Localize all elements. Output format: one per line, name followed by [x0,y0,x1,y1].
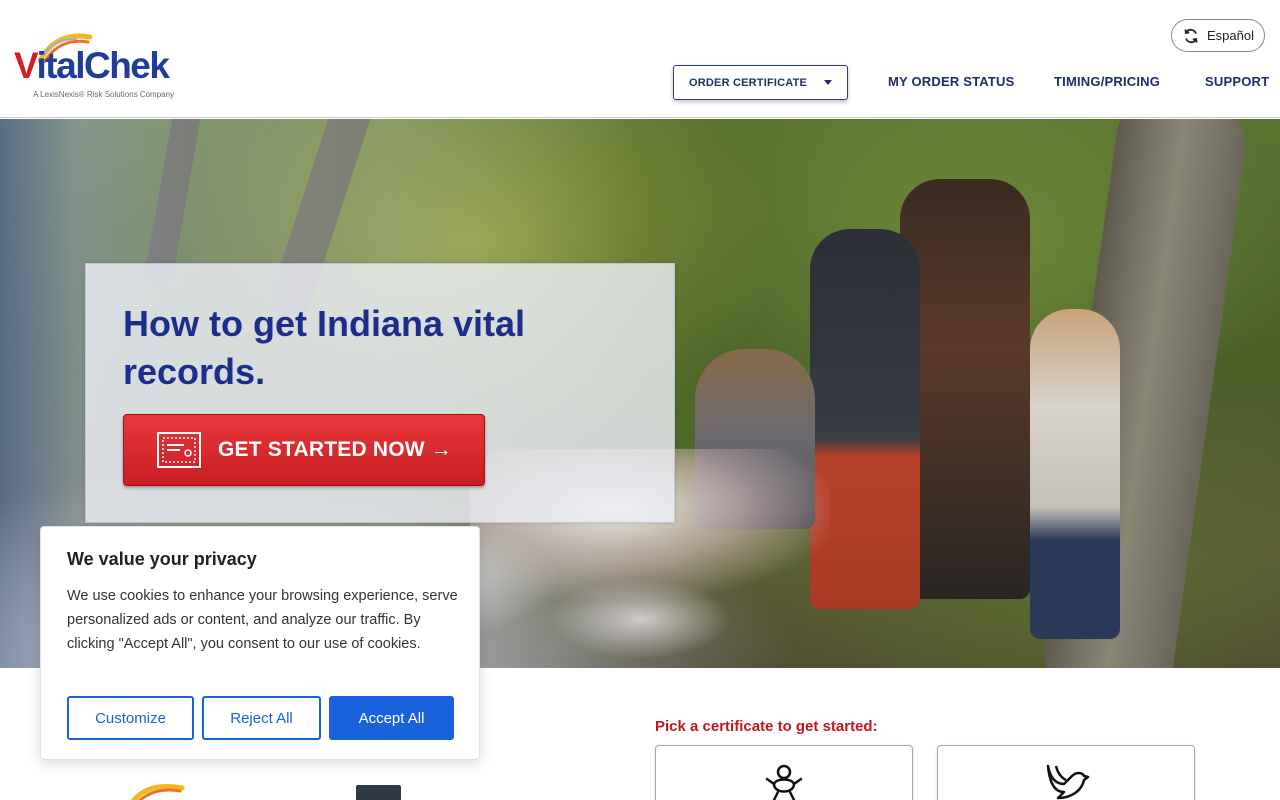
state-seal-image [356,785,401,800]
nav-timing-pricing[interactable]: TIMING/PRICING [1054,74,1160,89]
cookie-accept-all-button[interactable]: Accept All [329,696,454,740]
dove-icon [1046,764,1090,800]
nav-my-order-status[interactable]: MY ORDER STATUS [888,74,1015,89]
vitalchek-swoosh-icon [131,784,185,800]
language-toggle-label: Español [1207,28,1254,43]
death-certificate-card[interactable] [937,745,1195,800]
certificate-icon [157,432,201,468]
get-started-button[interactable]: GET STARTED NOW → [123,414,485,486]
logo-tagline: A LexisNexis® Risk Solutions Company [33,90,175,99]
cookie-reject-all-button[interactable]: Reject All [202,696,321,740]
cookie-customize-button[interactable]: Customize [67,696,194,740]
get-started-label: GET STARTED NOW → [218,438,453,461]
birth-certificate-card[interactable] [655,745,913,800]
hero-title: How to get Indiana vital records. [123,303,526,392]
order-certificate-dropdown[interactable]: ORDER CERTIFICATE [673,65,848,100]
site-header: VitalChek A LexisNexis® Risk Solutions C… [0,0,1280,118]
pick-certificate-label: Pick a certificate to get started: [655,718,878,735]
cookie-title: We value your privacy [67,549,257,569]
logo-wordmark: italChek [36,45,170,86]
nav-support[interactable]: SUPPORT [1205,74,1269,89]
order-certificate-label: ORDER CERTIFICATE [689,76,808,89]
baby-icon [765,764,803,800]
refresh-icon [1184,28,1198,43]
page: VitalChek A LexisNexis® Risk Solutions C… [0,0,1280,800]
cookie-consent-dialog: We value your privacy We use cookies to … [40,526,480,760]
vitalchek-logo[interactable]: VitalChek A LexisNexis® Risk Solutions C… [14,33,186,103]
logo-initial: V [14,45,38,86]
hero-card: How to get Indiana vital records. GET ST… [85,263,675,523]
cookie-description: We use cookies to enhance your browsing … [67,588,458,652]
chevron-down-icon [824,80,832,85]
language-toggle-button[interactable]: Español [1171,19,1265,52]
